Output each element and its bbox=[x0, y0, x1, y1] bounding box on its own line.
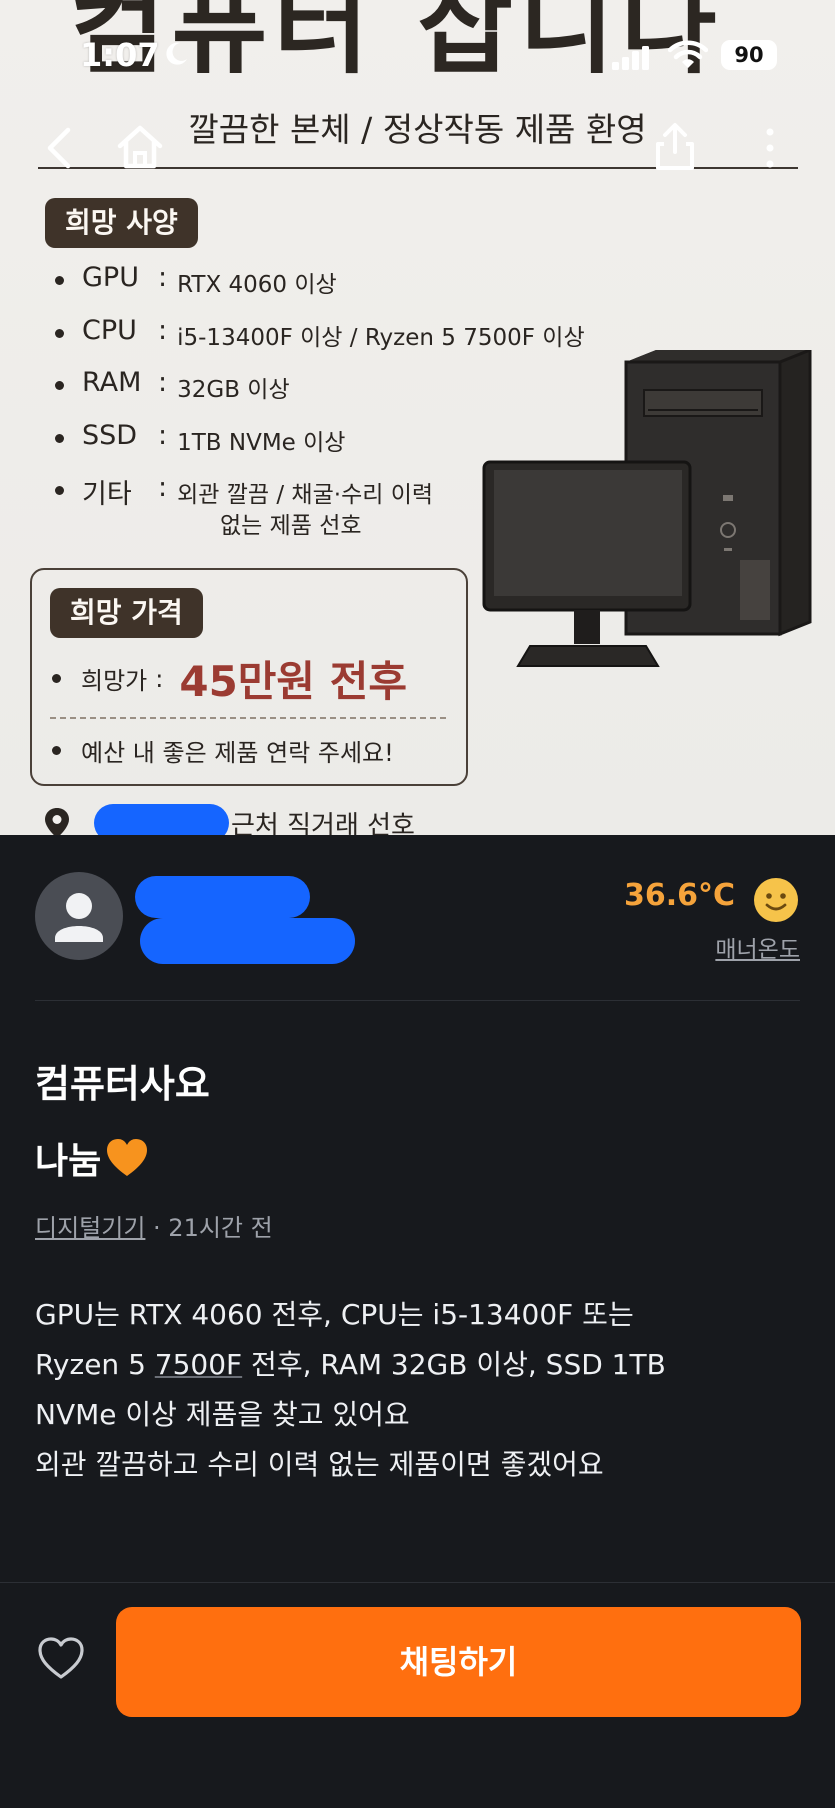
section-divider bbox=[35, 1000, 800, 1001]
redacted-seller-location bbox=[140, 918, 355, 964]
spec-item-gpu: GPU : RTX 4060 이상 bbox=[52, 262, 585, 315]
pc-illustration bbox=[482, 350, 812, 667]
spec-value-line2: 없는 제품 선호 bbox=[220, 513, 362, 539]
post-share-text: 나눔 bbox=[35, 1141, 102, 1182]
back-arrow-icon[interactable] bbox=[40, 120, 80, 176]
spec-value: 1TB NVMe 이상 bbox=[177, 429, 346, 456]
category-link[interactable]: 디지털기기 bbox=[35, 1214, 145, 1242]
status-bar: 1:07 90 bbox=[0, 0, 835, 100]
spec-value: i5-13400F 이상 / Ryzen 5 7500F 이상 bbox=[177, 324, 585, 351]
redacted-seller-name bbox=[135, 876, 310, 918]
price-note: 예산 내 좋은 제품 연락 주세요! bbox=[52, 733, 394, 768]
body-line-part: 전후, RAM 32GB 이상, SSD 1TB bbox=[242, 1348, 666, 1381]
location-row: 근처 직거래 선호 bbox=[44, 804, 415, 835]
manner-temperature: 36.6°C bbox=[623, 878, 735, 913]
orange-heart-icon bbox=[107, 1139, 148, 1176]
bullet bbox=[52, 674, 61, 683]
share-icon[interactable] bbox=[650, 120, 700, 176]
spec-key: 기타 bbox=[82, 479, 132, 510]
spec-value: 32GB 이상 bbox=[177, 377, 290, 403]
bullet bbox=[52, 746, 61, 755]
post-price-label: 나눔 bbox=[35, 1132, 149, 1184]
manner-temperature-label[interactable]: 매너온도 bbox=[715, 930, 800, 964]
battery-indicator: 90 bbox=[721, 40, 777, 70]
spec-heading-pill: 희망 사양 bbox=[45, 198, 198, 248]
spec-value: 외관 깔끔 / 채굴·수리 이력 bbox=[177, 482, 434, 508]
home-icon[interactable] bbox=[114, 120, 166, 176]
price-line: 희망가 : 45만원 전후 bbox=[52, 648, 407, 709]
signal-icon bbox=[612, 46, 649, 70]
price-note-text: 예산 내 좋은 제품 연락 주세요! bbox=[81, 739, 394, 767]
location-pin-icon bbox=[45, 808, 69, 835]
spec-colon: : bbox=[158, 367, 168, 398]
smile-face-icon bbox=[754, 878, 798, 922]
spec-key: RAM bbox=[82, 367, 142, 398]
moon-icon bbox=[166, 42, 187, 65]
location-text: 근처 직거래 선호 bbox=[231, 810, 415, 836]
detected-number-link[interactable]: 7500F bbox=[155, 1348, 242, 1381]
meta-separator: · bbox=[145, 1214, 169, 1242]
price-dashed-divider bbox=[50, 717, 446, 719]
post-title: 컴퓨터사요 bbox=[35, 1062, 210, 1106]
spec-colon: : bbox=[158, 314, 168, 346]
chat-button[interactable]: 채팅하기 bbox=[116, 1607, 801, 1717]
body-line-part: Ryzen 5 bbox=[35, 1348, 155, 1381]
spec-colon: : bbox=[158, 419, 168, 451]
spec-key: CPU bbox=[82, 314, 137, 346]
post-body: GPU는 RTX 4060 전후, CPU는 i5-13400F 또는 Ryze… bbox=[35, 1290, 805, 1490]
body-line: Ryzen 5 7500F 전후, RAM 32GB 이상, SSD 1TB bbox=[35, 1340, 805, 1390]
spec-colon: : bbox=[158, 472, 168, 503]
price-value: 45만원 전후 bbox=[179, 657, 407, 706]
price-heading-pill: 희망 가격 bbox=[50, 588, 203, 638]
price-label: 희망가 bbox=[81, 667, 148, 695]
spec-value: RTX 4060 이상 bbox=[177, 272, 337, 298]
body-line: GPU는 RTX 4060 전후, CPU는 i5-13400F 또는 bbox=[35, 1298, 634, 1331]
heart-outline-icon[interactable] bbox=[35, 1632, 87, 1684]
spec-key: SSD bbox=[82, 419, 138, 451]
seller-avatar[interactable] bbox=[35, 872, 123, 960]
price-colon: : bbox=[155, 664, 164, 693]
spec-colon: : bbox=[158, 262, 168, 293]
user-silhouette-icon bbox=[55, 893, 103, 942]
body-line: 외관 깔끔하고 수리 이력 없는 제품이면 좋겠어요 bbox=[35, 1448, 604, 1481]
wifi-icon bbox=[668, 40, 708, 68]
redacted-location bbox=[94, 804, 229, 835]
spec-key: GPU bbox=[82, 262, 139, 293]
status-time: 1:07 bbox=[80, 36, 160, 74]
body-line: NVMe 이상 제품을 찾고 있어요 bbox=[35, 1398, 410, 1431]
post-time: 21시간 전 bbox=[168, 1214, 273, 1242]
more-vertical-icon[interactable] bbox=[755, 120, 785, 176]
post-meta: 디지털기기 · 21시간 전 bbox=[35, 1208, 273, 1243]
